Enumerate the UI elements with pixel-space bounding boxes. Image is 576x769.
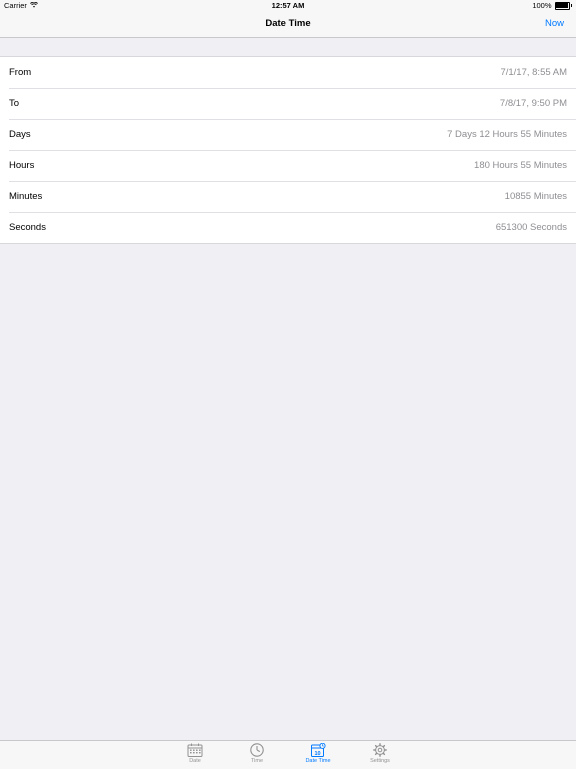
navigation-bar: Date Time Now	[0, 12, 576, 38]
row-label: From	[9, 67, 32, 78]
row-label: Hours	[9, 160, 35, 171]
row-to[interactable]: To 7/8/17, 9:50 PM	[0, 88, 576, 119]
row-value: 7/8/17, 9:50 PM	[499, 98, 567, 109]
row-value: 651300 Seconds	[495, 222, 567, 233]
row-label: Minutes	[9, 191, 43, 202]
row-hours: Hours 180 Hours 55 Minutes	[0, 150, 576, 181]
tab-label: Time	[250, 758, 264, 764]
status-time: 12:57 AM	[271, 1, 305, 10]
row-minutes: Minutes 10855 Minutes	[0, 181, 576, 212]
tab-settings[interactable]: Settings	[360, 743, 400, 764]
battery-percent: 100%	[532, 1, 552, 10]
page-title: Date Time	[265, 18, 311, 29]
tab-label: Settings	[370, 758, 390, 764]
status-right: 100%	[532, 1, 572, 10]
battery-icon	[554, 1, 572, 10]
row-label: To	[9, 98, 20, 109]
row-value: 7/1/17, 8:55 AM	[500, 67, 567, 78]
tab-time[interactable]: Time	[237, 743, 277, 764]
tab-bar: Date Time 10 Date Time Settings	[0, 740, 576, 769]
gear-icon	[360, 743, 400, 757]
tab-label: Date Time	[305, 758, 331, 764]
row-label: Seconds	[9, 222, 46, 233]
calendar-icon	[175, 743, 215, 757]
tab-date-time[interactable]: 10 Date Time	[298, 743, 338, 764]
row-label: Days	[9, 129, 31, 140]
row-value: 7 Days 12 Hours 55 Minutes	[447, 129, 567, 140]
clock-icon	[237, 743, 277, 757]
row-value: 180 Hours 55 Minutes	[474, 160, 567, 171]
calendar-clock-icon: 10	[298, 743, 338, 757]
row-seconds: Seconds 651300 Seconds	[0, 212, 576, 243]
row-days: Days 7 Days 12 Hours 55 Minutes	[0, 119, 576, 150]
svg-text:10: 10	[314, 751, 320, 757]
date-time-table: From 7/1/17, 8:55 AM To 7/8/17, 9:50 PM …	[0, 56, 576, 244]
status-bar: Carrier 12:57 AM 100%	[0, 0, 576, 12]
now-button[interactable]: Now	[545, 18, 564, 29]
row-value: 10855 Minutes	[504, 191, 567, 202]
tab-label: Date	[189, 758, 201, 764]
row-from[interactable]: From 7/1/17, 8:55 AM	[0, 57, 576, 88]
tab-date[interactable]: Date	[175, 743, 215, 764]
